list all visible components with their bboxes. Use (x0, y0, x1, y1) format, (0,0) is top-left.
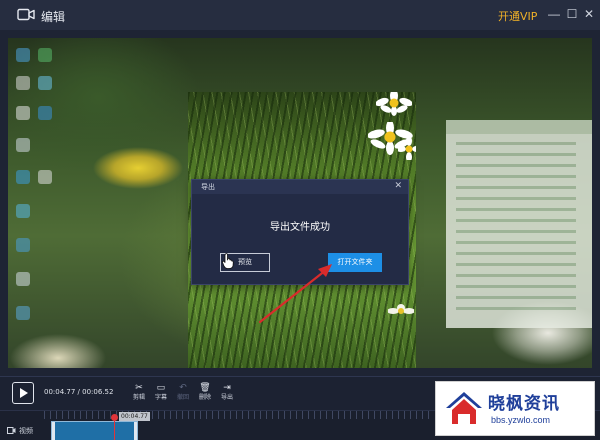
dialog-header: 导出 ✕ (192, 180, 408, 194)
daisy-flower-image (388, 304, 414, 314)
timecode: 00:04.77 / 00:06.52 (44, 388, 114, 396)
video-camera-icon (17, 8, 35, 21)
close-button[interactable]: ✕ (582, 7, 596, 21)
dialog-title: 导出 (201, 183, 215, 191)
timeline-ruler (44, 411, 434, 419)
hand-cursor-icon (222, 253, 234, 269)
delete-tool-button[interactable]: 🗑 删除 (194, 381, 216, 407)
video-track-icon (7, 427, 16, 434)
export-icon: ⇥ (223, 382, 231, 392)
maximize-button[interactable]: ☐ (565, 7, 579, 21)
watermark-name: 晓枫资讯 (488, 394, 560, 414)
subtitle-tool-button[interactable]: ▭ 字幕 (150, 381, 172, 407)
undo-tool-button[interactable]: ↶ 撤回 (172, 381, 194, 407)
playhead-time-label: 00:04.77 (119, 412, 150, 421)
dialog-close-button[interactable]: ✕ (394, 180, 402, 191)
editor-window: 编辑 开通VIP — ☐ ✕ 导出 ✕ 导出文件成功 预览 打开文件夹 00:0… (0, 0, 600, 440)
tool-label: 删除 (198, 394, 211, 401)
site-watermark: 晓枫资讯 bbs.yzwlo.com (435, 381, 595, 436)
trash-icon: 🗑 (199, 382, 211, 392)
blurred-window (446, 120, 592, 328)
video-track-label: 视频 (19, 427, 33, 435)
subtitle-icon: ▭ (156, 382, 166, 392)
window-title: 编辑 (41, 10, 66, 24)
cut-tool-button[interactable]: ✂ 剪辑 (128, 381, 150, 407)
tool-label: 剪辑 (132, 394, 145, 401)
playhead-handle[interactable] (111, 414, 118, 421)
video-clip[interactable] (51, 421, 138, 440)
export-tool-button[interactable]: ⇥ 导出 (216, 381, 238, 407)
title-bar: 编辑 开通VIP — ☐ ✕ (0, 0, 600, 30)
play-button[interactable] (12, 382, 34, 404)
daisy-flower-image (376, 92, 412, 116)
house-logo-icon (446, 392, 482, 424)
undo-icon: ↶ (179, 382, 187, 392)
annotation-arrow-icon (258, 264, 332, 324)
vip-link[interactable]: 开通VIP (498, 8, 537, 24)
clip-end-handle[interactable] (134, 422, 137, 440)
clip-start-handle[interactable] (52, 422, 55, 440)
tool-label: 撤回 (176, 394, 189, 401)
blurred-desktop-icons (12, 44, 68, 364)
tool-label: 导出 (220, 394, 233, 401)
export-success-message: 导出文件成功 (270, 222, 330, 233)
watermark-url: bbs.yzwlo.com (491, 415, 551, 425)
scissors-icon: ✂ (135, 382, 143, 392)
tool-label: 字幕 (154, 394, 167, 401)
daisy-flower-image (398, 138, 416, 160)
minimize-button[interactable]: — (547, 7, 561, 21)
